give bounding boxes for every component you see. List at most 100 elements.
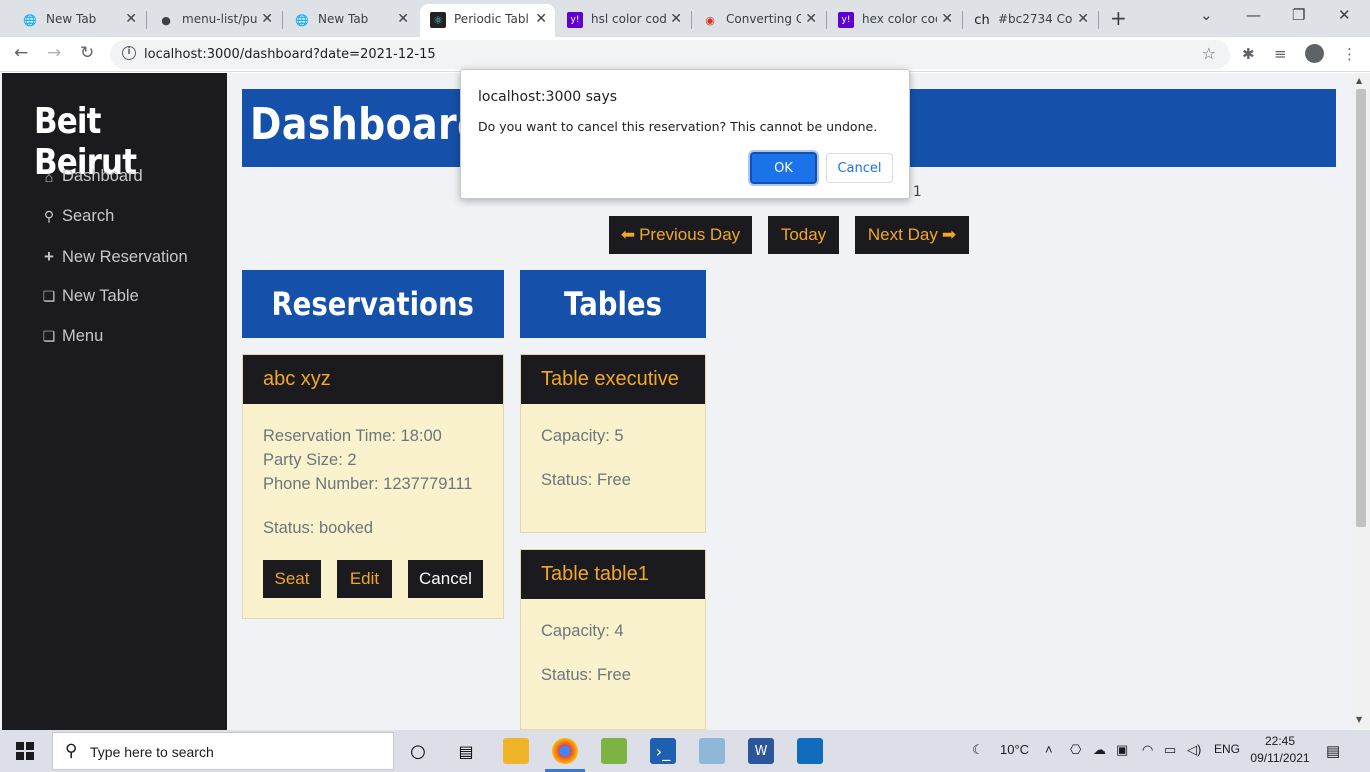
minimize-icon[interactable]: — bbox=[1246, 6, 1261, 24]
restore-icon[interactable]: ❐ bbox=[1292, 6, 1305, 24]
taskbar-search-box[interactable]: ⚲ Type here to search bbox=[52, 732, 394, 770]
tab-search-chevron-icon[interactable]: ⌄ bbox=[1200, 6, 1213, 24]
table-card: Table executive Capacity: 5 Status: Free bbox=[520, 354, 706, 533]
volume-icon[interactable]: ◁) bbox=[1187, 742, 1201, 758]
tables-heading: Tables bbox=[520, 270, 706, 338]
next-day-button[interactable]: Next Day ➡ bbox=[855, 216, 969, 254]
arrow-right-icon: ➡ bbox=[941, 225, 957, 244]
scrollbar-thumb[interactable] bbox=[1356, 89, 1366, 527]
tab-label: Converting C bbox=[726, 12, 801, 26]
extensions-puzzle-icon[interactable]: ✱ bbox=[1242, 45, 1255, 63]
tab-label: menu-list/pul bbox=[182, 12, 257, 26]
site-info-icon[interactable]: i bbox=[122, 46, 136, 60]
tab-label: #bc2734 Colo bbox=[998, 12, 1073, 26]
cancel-reservation-button[interactable]: Cancel bbox=[408, 560, 483, 598]
notepad-plus-icon[interactable] bbox=[601, 738, 627, 764]
weather-temperature[interactable]: 10°C bbox=[1000, 742, 1029, 757]
task-view-icon[interactable]: ▤ bbox=[453, 738, 479, 764]
meet-icon[interactable]: ⎔ bbox=[1070, 742, 1081, 758]
battery-icon[interactable]: ▭ bbox=[1164, 742, 1176, 758]
table-name: Table table1 bbox=[521, 550, 705, 599]
cortana-circle-icon[interactable]: ○ bbox=[405, 738, 431, 764]
browser-tab[interactable]: 🌐 New Tab ✕ bbox=[272, 4, 417, 37]
party-size: Party Size: 2 bbox=[263, 451, 357, 469]
windows-start-icon[interactable] bbox=[16, 742, 34, 760]
window-close-icon[interactable]: ✕ bbox=[1338, 6, 1351, 24]
dialog-ok-button[interactable]: OK bbox=[750, 152, 817, 184]
moon-weather-icon[interactable]: ☾ bbox=[972, 742, 984, 758]
sidebar-item-label: New Table bbox=[62, 287, 139, 305]
sidebar-item-new-reservation[interactable]: + New Reservation bbox=[41, 247, 188, 267]
chrome-icon[interactable] bbox=[552, 738, 578, 764]
tab-label: Periodic Table bbox=[454, 12, 529, 26]
new-tab-plus-icon[interactable]: + bbox=[1110, 6, 1127, 30]
github-icon: ● bbox=[161, 13, 171, 27]
sidebar-item-menu[interactable]: ❏ Menu bbox=[41, 327, 104, 346]
layers-icon: ❏ bbox=[42, 288, 56, 304]
browser-tab[interactable]: ch #bc2734 Colo ✕ bbox=[952, 4, 1097, 37]
forward-arrow-icon[interactable]: → bbox=[47, 43, 61, 63]
close-icon[interactable]: ✕ bbox=[1077, 11, 1089, 27]
seat-button[interactable]: Seat bbox=[263, 560, 321, 598]
table-status: Status: Free bbox=[541, 666, 631, 684]
scroll-up-arrow-icon[interactable]: ▲ bbox=[1356, 76, 1362, 85]
table-name: Table executive bbox=[521, 355, 705, 404]
tab-label: New Tab bbox=[318, 12, 369, 26]
dialog-cancel-button[interactable]: Cancel bbox=[826, 153, 893, 183]
sidebar: Beit Beirut ⌂ Dashboard ⚲ Search + New R… bbox=[2, 73, 227, 730]
word-icon[interactable]: W bbox=[748, 738, 774, 764]
browser-tab[interactable]: ◉ Converting C ✕ bbox=[680, 4, 825, 37]
home-icon: ⌂ bbox=[44, 168, 54, 185]
browser-tab[interactable]: y! hsl color code ✕ bbox=[545, 4, 690, 37]
previous-day-button[interactable]: ⬅ Previous Day bbox=[609, 216, 752, 254]
close-icon[interactable]: ✕ bbox=[397, 11, 409, 27]
browser-tab[interactable]: 🌐 New Tab ✕ bbox=[0, 4, 145, 37]
clock-date: 09/11/2021 bbox=[1250, 751, 1310, 765]
edit-button[interactable]: Edit bbox=[337, 560, 392, 598]
layers-icon: ❏ bbox=[42, 328, 56, 344]
page-scrollbar[interactable]: ▲ ▼ bbox=[1352, 73, 1370, 730]
file-explorer-icon[interactable] bbox=[503, 738, 529, 764]
sidebar-item-new-table[interactable]: ❏ New Table bbox=[41, 287, 139, 306]
table-capacity: Capacity: 4 bbox=[541, 622, 624, 640]
sidebar-item-search[interactable]: ⚲ Search bbox=[41, 207, 114, 226]
onedrive-cloud-icon[interactable]: ☁ bbox=[1093, 742, 1106, 758]
table-card: Table table1 Capacity: 4 Status: Free bbox=[520, 549, 706, 730]
back-arrow-icon[interactable]: ← bbox=[14, 43, 28, 63]
sidebar-item-label: Search bbox=[62, 207, 115, 225]
windows-taskbar: ⚲ Type here to search ○ ▤ ›_ W ☾ 10°C ˄ … bbox=[0, 730, 1370, 772]
powershell-icon[interactable]: ›_ bbox=[650, 738, 676, 764]
url-text[interactable]: localhost:3000/dashboard?date=2021-12-15 bbox=[144, 47, 436, 62]
chevron-up-icon[interactable]: ˄ bbox=[1045, 742, 1053, 757]
photos-icon[interactable] bbox=[797, 738, 823, 764]
today-button[interactable]: Today bbox=[768, 216, 839, 254]
tab-label: hex color cod bbox=[862, 12, 937, 26]
sidebar-item-dashboard[interactable]: ⌂ Dashboard bbox=[41, 167, 143, 186]
taskbar-clock[interactable]: 22:45 09/11/2021 bbox=[1250, 733, 1310, 767]
button-label: Today bbox=[780, 225, 827, 244]
tab-label: New Tab bbox=[46, 12, 97, 26]
profile-avatar-icon[interactable] bbox=[1305, 44, 1324, 63]
sidebar-item-label: New Reservation bbox=[62, 247, 188, 266]
url-bar[interactable]: i localhost:3000/dashboard?date=2021-12-… bbox=[110, 40, 1230, 69]
section-title: Tables bbox=[564, 285, 662, 323]
scroll-down-arrow-icon[interactable]: ▼ bbox=[1356, 715, 1362, 724]
browser-tab[interactable]: ● menu-list/pul ✕ bbox=[136, 4, 281, 37]
app-icon[interactable] bbox=[699, 738, 725, 764]
tray-app-icon[interactable]: ▣ bbox=[1116, 742, 1128, 758]
notification-icon[interactable]: ▤ bbox=[1326, 742, 1340, 760]
browser-tab-strip: 🌐 New Tab ✕ ● menu-list/pul ✕ 🌐 New Tab … bbox=[0, 0, 1370, 37]
more-menu-icon[interactable]: ⋮ bbox=[1342, 45, 1357, 63]
clock-time: 22:45 bbox=[1264, 734, 1296, 748]
wifi-icon[interactable]: ◠ bbox=[1142, 742, 1153, 758]
bookmark-star-icon[interactable]: ☆ bbox=[1202, 44, 1216, 63]
reservation-time: Reservation Time: 18:00 bbox=[263, 427, 442, 445]
language-indicator[interactable]: ENG bbox=[1214, 742, 1240, 756]
plus-icon: + bbox=[44, 247, 54, 266]
search-icon: ⚲ bbox=[65, 741, 78, 761]
browser-tab-active[interactable]: ⚛ Periodic Table ✕ bbox=[420, 4, 555, 37]
reload-icon[interactable]: ↻ bbox=[80, 43, 94, 63]
yahoo-icon: y! bbox=[838, 12, 854, 28]
reading-list-icon[interactable]: ≡ bbox=[1274, 45, 1287, 63]
browser-tab[interactable]: y! hex color cod ✕ bbox=[816, 4, 961, 37]
